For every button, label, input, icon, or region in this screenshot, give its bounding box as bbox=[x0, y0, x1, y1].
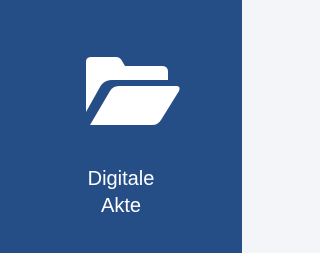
tile-label-line-1: Digitale bbox=[87, 168, 155, 190]
tile-label-line-2: Akte bbox=[100, 195, 142, 217]
folder-open-icon bbox=[84, 56, 182, 126]
digitale-akte-tile[interactable]: Digitale Akte bbox=[0, 0, 242, 253]
tile-label: Digitale Akte bbox=[0, 166, 242, 220]
